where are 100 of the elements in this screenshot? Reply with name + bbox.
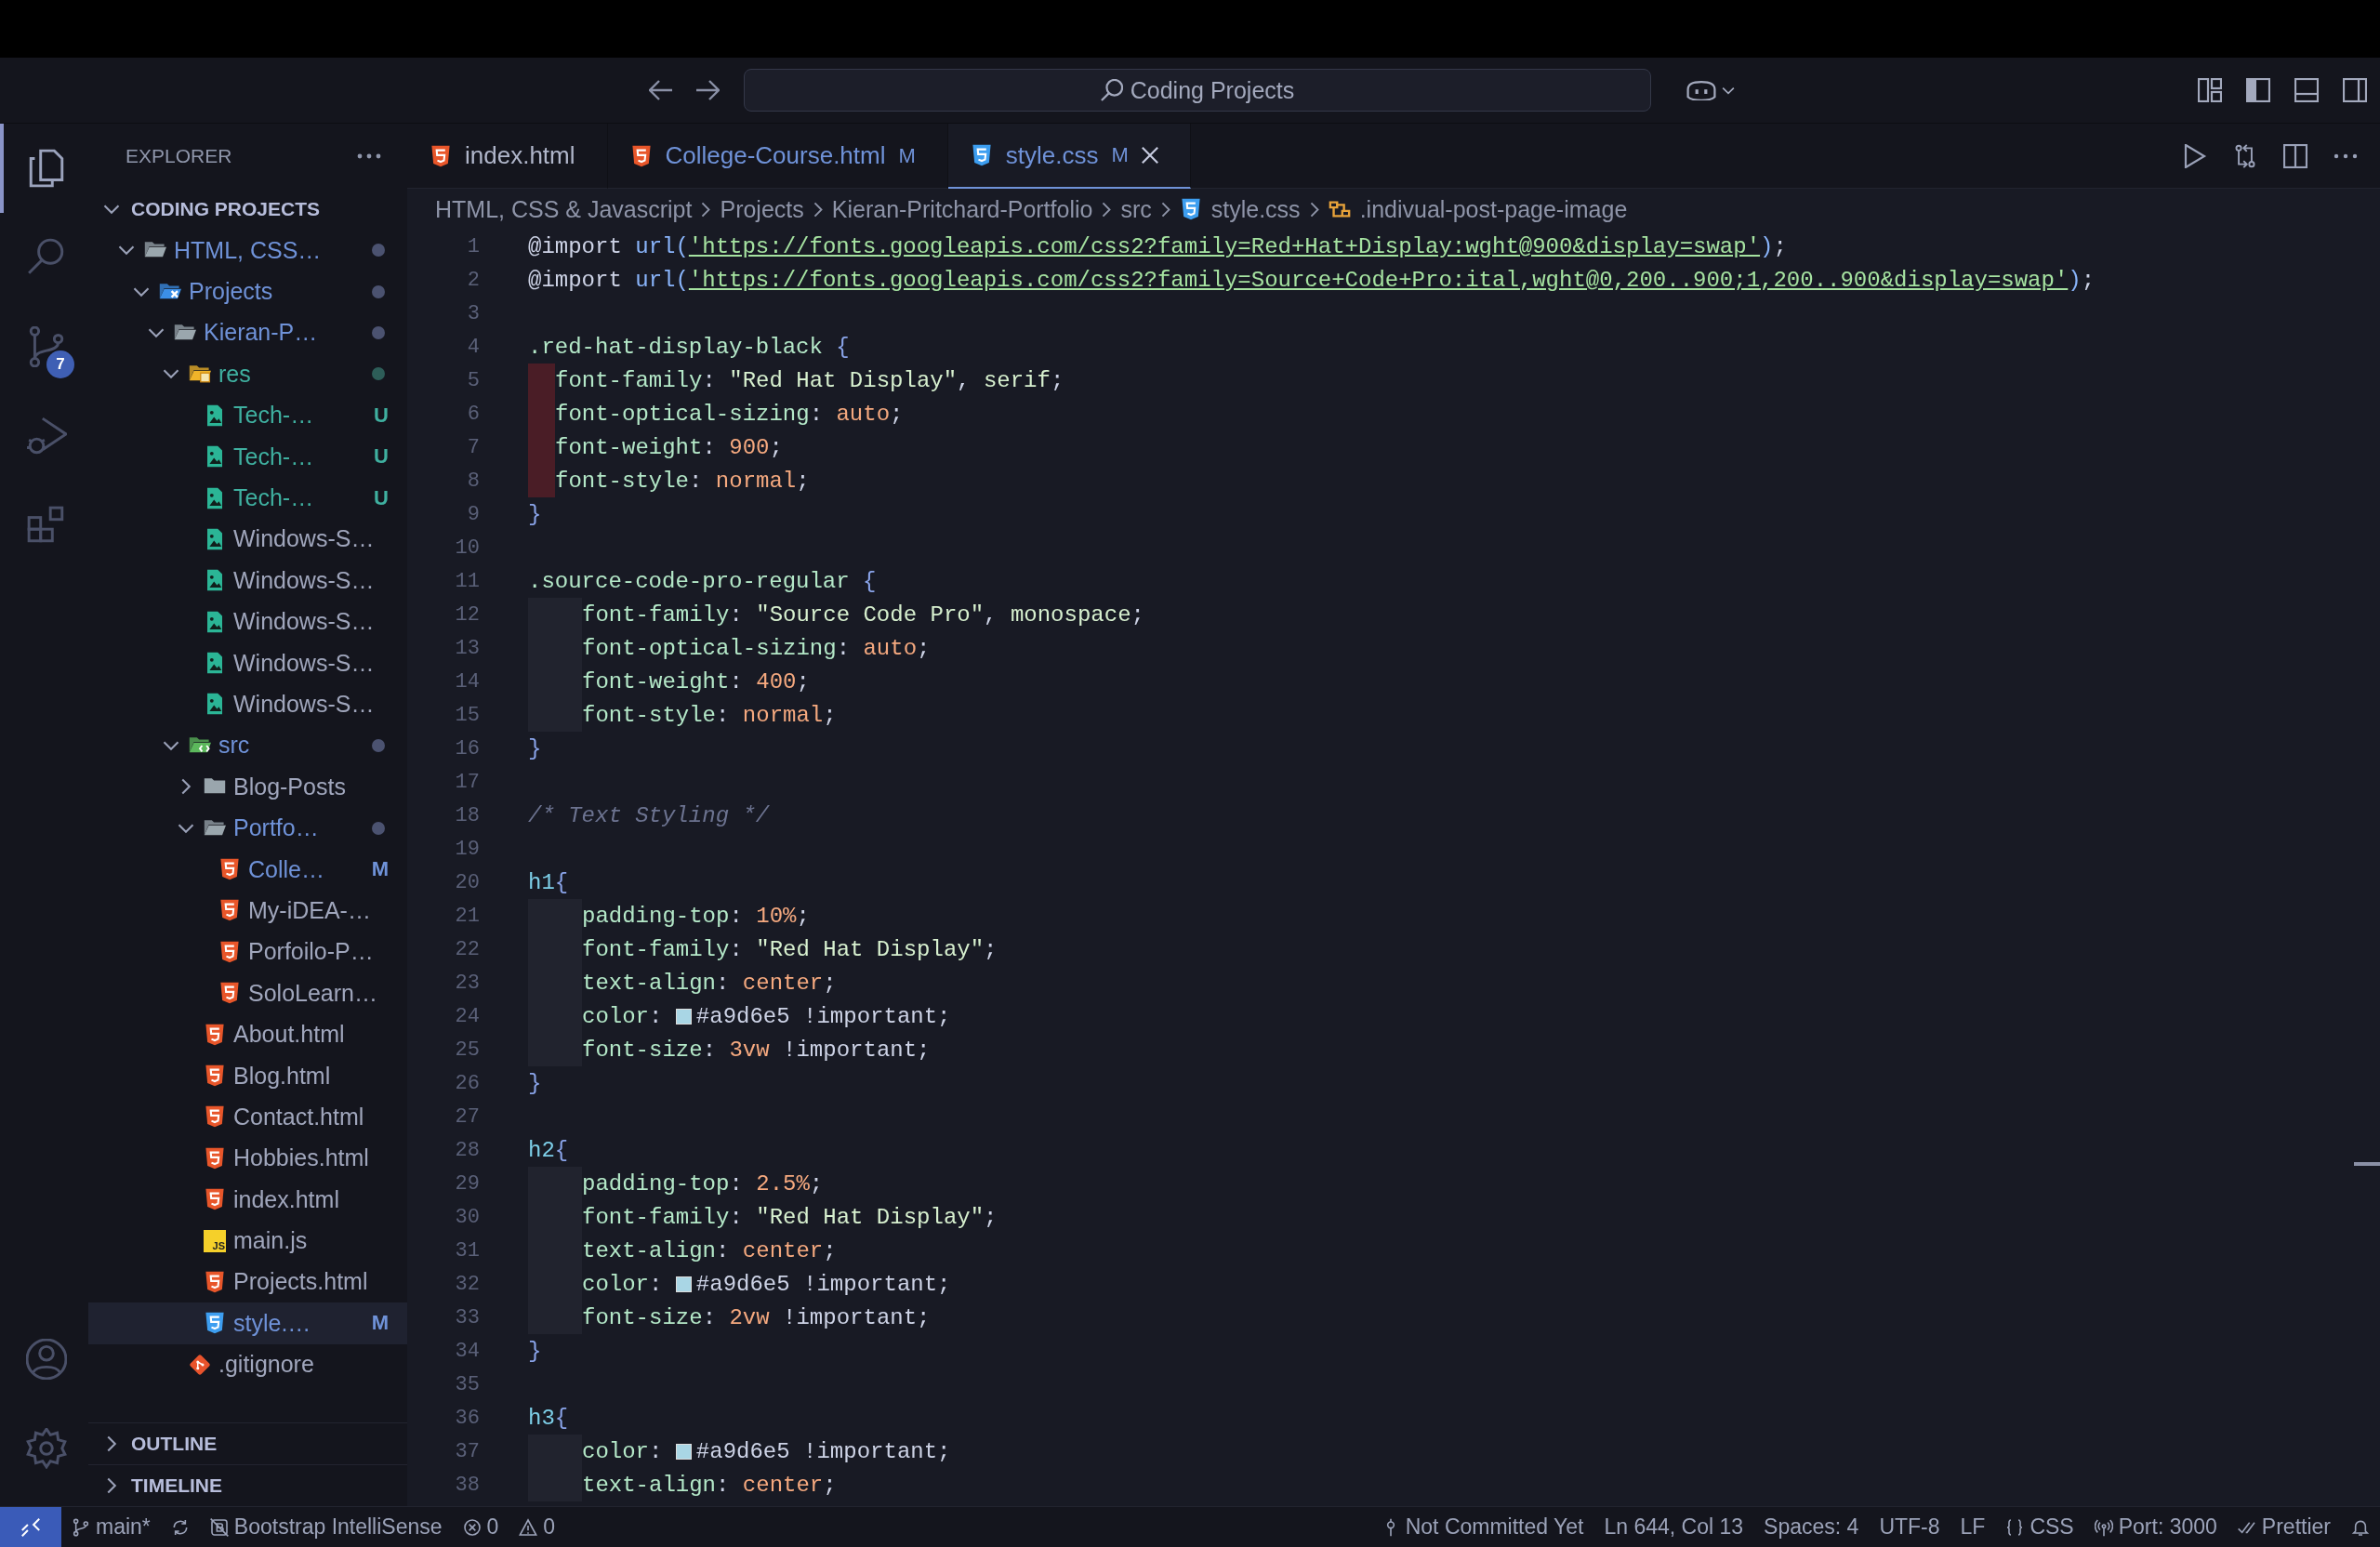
compare-changes-icon[interactable] bbox=[2233, 143, 2257, 168]
braces-icon bbox=[2005, 1517, 2025, 1537]
line-number: 21 bbox=[454, 904, 480, 928]
split-editor-icon[interactable] bbox=[2283, 143, 2307, 168]
line-number: 1 bbox=[466, 234, 480, 258]
tree-item[interactable]: Hobbies.html bbox=[88, 1137, 407, 1179]
line-number: 10 bbox=[454, 536, 480, 560]
copilot-icon[interactable] bbox=[1686, 80, 1716, 100]
tree-item[interactable]: Kieran-P… bbox=[88, 311, 407, 354]
code-line: } bbox=[528, 1070, 542, 1096]
status-item[interactable]: Not Committed Yet bbox=[1370, 1507, 1594, 1547]
breadcrumb-item[interactable]: Kieran-Pritchard-Portfolio bbox=[831, 195, 1093, 223]
tree-item[interactable]: Windows-S… bbox=[88, 601, 407, 642]
tree-item[interactable]: Blog-Posts bbox=[88, 766, 407, 808]
status-item[interactable]: 0 bbox=[509, 1507, 566, 1547]
html-file-icon bbox=[218, 982, 241, 1005]
status-item[interactable]: 0 bbox=[452, 1507, 509, 1547]
status-dot bbox=[372, 821, 385, 835]
status-item[interactable]: Prettier bbox=[2227, 1507, 2341, 1547]
html-file-icon bbox=[218, 858, 241, 881]
status-item[interactable]: Spaces: 4 bbox=[1753, 1507, 1870, 1547]
tree-item[interactable]: Blog.html bbox=[88, 1054, 407, 1097]
status-item[interactable]: LF bbox=[1950, 1507, 1996, 1547]
tree-item[interactable]: Windows-S… bbox=[88, 560, 407, 602]
breadcrumb-item[interactable]: HTML, CSS & Javascript bbox=[435, 195, 693, 223]
tree-item[interactable]: My-iDEA-… bbox=[88, 890, 407, 932]
status-item[interactable]: Port: 3000 bbox=[2083, 1507, 2228, 1547]
close-icon[interactable] bbox=[1141, 147, 1158, 164]
status-dot bbox=[372, 738, 385, 752]
editor-tab[interactable]: style.css M bbox=[947, 124, 1191, 189]
tree-item[interactable]: Tech-… U bbox=[88, 435, 407, 478]
code-line: @import url('https://fonts.googleapis.com/css2?family=Red+Hat+Display:wght@900&display=swap'); bbox=[528, 233, 1787, 259]
caret-icon[interactable] bbox=[1722, 86, 1735, 95]
line-number: 31 bbox=[454, 1238, 480, 1263]
status-item[interactable]: main* bbox=[61, 1507, 161, 1547]
status-item[interactable]: UTF-8 bbox=[1869, 1507, 1950, 1547]
html-file-icon bbox=[218, 899, 241, 922]
more-icon[interactable] bbox=[357, 153, 381, 159]
tree-item[interactable]: Projects.html bbox=[88, 1261, 407, 1303]
breadcrumb-item[interactable]: .indivual-post-page-image bbox=[1328, 195, 1628, 223]
tree-item[interactable]: src bbox=[88, 724, 407, 767]
breadcrumb-item[interactable]: style.css bbox=[1179, 195, 1301, 223]
tree-item[interactable]: Colle… M bbox=[88, 848, 407, 891]
status-item[interactable]: Bootstrap IntelliSense bbox=[199, 1507, 453, 1547]
forward-arrow-icon[interactable] bbox=[695, 80, 720, 100]
tree-item[interactable]: Windows-S… bbox=[88, 683, 407, 725]
tree-item[interactable]: Windows-S… bbox=[88, 641, 407, 684]
tree-item[interactable]: res bbox=[88, 353, 407, 395]
code-line: .source-code-pro-regular { bbox=[528, 568, 877, 594]
chevron-right-icon bbox=[1102, 201, 1112, 218]
line-number: 8 bbox=[466, 469, 480, 493]
code-line: } bbox=[528, 1338, 542, 1364]
line-number: 19 bbox=[454, 837, 480, 861]
scrollbar-marker bbox=[2354, 1162, 2380, 1166]
run-icon[interactable] bbox=[2183, 143, 2207, 168]
tree-item[interactable]: SoloLearn… bbox=[88, 972, 407, 1014]
status-item[interactable]: CSS bbox=[1995, 1507, 2084, 1547]
line-number: 38 bbox=[454, 1473, 480, 1497]
breadcrumb-item[interactable]: Projects bbox=[720, 195, 804, 223]
code-line: font-size: 2vw !important; bbox=[582, 1304, 931, 1330]
panel-toggle-icon[interactable] bbox=[2294, 78, 2319, 102]
tree-item[interactable]: Portfo… bbox=[88, 807, 407, 849]
back-arrow-icon[interactable] bbox=[649, 80, 673, 100]
tree-item[interactable]: About.html bbox=[88, 1013, 407, 1055]
tree-item[interactable]: Projects bbox=[88, 271, 407, 312]
tree-item[interactable]: Contact.html bbox=[88, 1096, 407, 1138]
git-status-letter: U bbox=[374, 485, 389, 510]
code-line: font-optical-sizing: auto; bbox=[555, 401, 904, 427]
secondary-sidebar-icon[interactable] bbox=[2343, 78, 2367, 102]
tree-item[interactable]: Tech-… U bbox=[88, 394, 407, 436]
editor-tab[interactable]: index.html bbox=[407, 124, 608, 189]
editor-tab[interactable]: College-Course.html M bbox=[607, 124, 948, 189]
tree-item[interactable]: .gitignore bbox=[88, 1343, 407, 1385]
layout-icon[interactable] bbox=[2198, 78, 2222, 102]
activity-bar-button[interactable]: 7 bbox=[0, 302, 88, 391]
search-field[interactable]: Coding Projects bbox=[744, 69, 1651, 112]
tree-item[interactable]: Windows-S… bbox=[88, 518, 407, 561]
tree-item[interactable]: JS main.js bbox=[88, 1220, 407, 1262]
tree-item[interactable]: Tech-… U bbox=[88, 477, 407, 519]
tree-item[interactable]: style.… M bbox=[88, 1302, 407, 1344]
status-item[interactable]: Ln 644, Col 13 bbox=[1593, 1507, 1754, 1547]
broadcast-icon bbox=[2094, 1517, 2113, 1537]
status-dot bbox=[372, 244, 385, 258]
code-line: } bbox=[528, 501, 542, 527]
line-number: 32 bbox=[454, 1272, 480, 1296]
line-number: 27 bbox=[454, 1104, 480, 1129]
tree-item[interactable]: HTML, CSS… bbox=[88, 230, 407, 271]
tree-item[interactable]: Porfoilo-P… bbox=[88, 931, 407, 973]
breadcrumb-item[interactable]: src bbox=[1120, 195, 1152, 223]
sidebar-toggle-icon[interactable] bbox=[2246, 78, 2270, 102]
line-number: 9 bbox=[466, 502, 480, 526]
remote-button[interactable] bbox=[0, 1507, 61, 1547]
tree-item[interactable]: index.html bbox=[88, 1179, 407, 1221]
status-dot bbox=[372, 367, 385, 381]
more-icon[interactable] bbox=[2334, 152, 2358, 159]
line-number: 23 bbox=[454, 971, 480, 995]
code-line: padding-top: 2.5%; bbox=[582, 1170, 824, 1197]
section-header[interactable]: CODING PROJECTS bbox=[88, 189, 407, 230]
code-line: color: #a9d6e5 !important; bbox=[582, 1271, 951, 1297]
line-number: 5 bbox=[466, 368, 480, 392]
